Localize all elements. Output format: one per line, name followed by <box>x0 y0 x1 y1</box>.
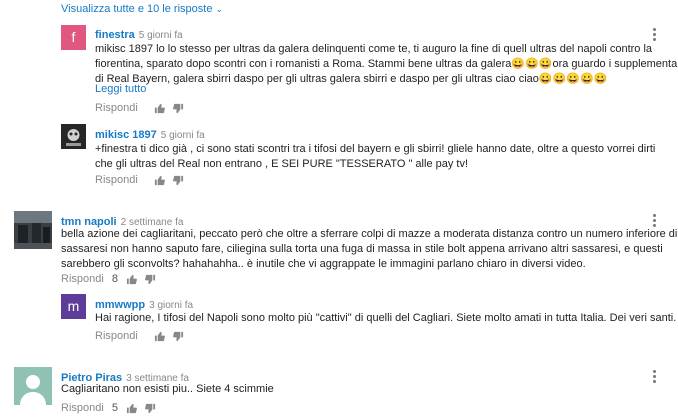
avatar[interactable]: f <box>61 25 86 50</box>
comment-text: mikisc 1897 lo lo stesso per ultras da g… <box>95 42 678 87</box>
thumb-down-icon[interactable] <box>145 274 156 285</box>
view-replies-link[interactable]: Visualizza tutte e 10 le risposte ⌄ <box>61 3 223 15</box>
comment-actions: Rispondi 5 <box>61 402 156 414</box>
comment-line: fiorentina, sparato dopo scontri con i r… <box>95 58 678 70</box>
comment-menu-icon[interactable] <box>653 370 656 383</box>
comment-actions: Rispondi <box>95 174 184 186</box>
view-replies-label: Visualizza tutte e 10 le risposte <box>61 3 213 15</box>
comment-author[interactable]: finestra <box>95 29 135 41</box>
thumb-down-icon[interactable] <box>172 175 184 186</box>
reply-button[interactable]: Rispondi <box>95 102 138 114</box>
default-avatar-icon <box>14 367 52 405</box>
reply-button[interactable]: Rispondi <box>61 402 104 414</box>
thumb-down-icon[interactable] <box>145 403 156 414</box>
comment-line: Cagliaritano non esisti piu.. Siete 4 sc… <box>61 383 274 395</box>
comment-menu-icon[interactable] <box>653 214 656 227</box>
thumb-down-icon[interactable] <box>172 103 184 114</box>
avatar-letter: f <box>61 25 86 50</box>
avatar-image <box>14 211 52 249</box>
comment-text: bella azione dei cagliaritani, peccato p… <box>61 227 677 272</box>
comment-author[interactable]: mikisc 1897 <box>95 129 157 141</box>
thumb-up-icon[interactable] <box>154 103 165 114</box>
comment-line: di Real Bayern, galera sbirri daspo per … <box>95 73 608 85</box>
avatar[interactable] <box>14 367 52 405</box>
comment-line: sarebbero gli sconvolts? hahahahha.. è i… <box>61 258 586 270</box>
comment-actions: Rispondi 8 <box>61 273 156 285</box>
like-count: 5 <box>111 402 118 414</box>
chevron-down-icon: ⌄ <box>215 4 224 14</box>
like-count: 8 <box>111 273 118 285</box>
thumb-up-icon[interactable] <box>126 403 137 414</box>
avatar[interactable] <box>61 124 86 149</box>
avatar-letter: m <box>61 294 86 319</box>
comment-author-row: mikisc 1897 5 giorni fa <box>95 125 205 143</box>
reply-button[interactable]: Rispondi <box>61 273 104 285</box>
comment-line: sassaresi non hanno saputo fare, ciliegi… <box>61 243 663 255</box>
read-more-link[interactable]: Leggi tutto <box>95 83 146 95</box>
comment-text: Cagliaritano non esisti piu.. Siete 4 sc… <box>61 382 274 397</box>
avatar-image <box>61 124 86 149</box>
comment-time[interactable]: 3 giorni fa <box>149 300 193 311</box>
avatar[interactable]: m <box>61 294 86 319</box>
thumb-up-icon[interactable] <box>154 331 165 342</box>
comment-author-row: finestra 5 giorni fa <box>95 25 183 43</box>
comment-menu-icon[interactable] <box>653 28 656 41</box>
thumb-up-icon[interactable] <box>126 274 137 285</box>
comment-text: Hai ragione, I tifosi del Napoli sono mo… <box>95 311 676 326</box>
comment-actions: Rispondi <box>95 102 184 114</box>
comment-author[interactable]: mmwwpp <box>95 299 145 311</box>
comment-line: mikisc 1897 lo lo stesso per ultras da g… <box>95 43 653 55</box>
comment-line: che gli ultras del Real non entrano , E … <box>95 158 469 170</box>
avatar[interactable] <box>14 211 52 249</box>
comment-line: bella azione dei cagliaritani, peccato p… <box>61 228 678 240</box>
comment-time[interactable]: 5 giorni fa <box>161 130 205 141</box>
reply-button[interactable]: Rispondi <box>95 174 138 186</box>
reply-button[interactable]: Rispondi <box>95 330 138 342</box>
comment-line: +finestra ti dico già , ci sono stati sc… <box>95 143 656 155</box>
comment-line: Hai ragione, I tifosi del Napoli sono mo… <box>95 312 677 324</box>
thumb-down-icon[interactable] <box>172 331 184 342</box>
comment-time[interactable]: 5 giorni fa <box>139 30 183 41</box>
comment-actions: Rispondi <box>95 330 184 342</box>
comment-text: +finestra ti dico già , ci sono stati sc… <box>95 142 655 172</box>
thumb-up-icon[interactable] <box>154 175 165 186</box>
